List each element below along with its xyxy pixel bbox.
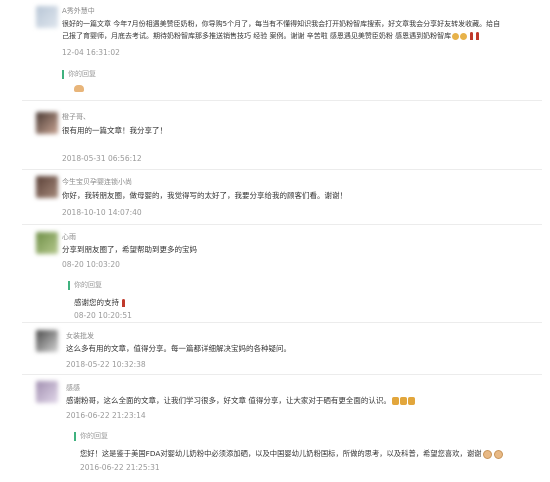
reply-text-content: 您好！这是鉴于美国FDA对婴幼儿奶粉中必须添加硒，以及中国婴幼儿奶粉国标，所做的… <box>80 449 482 458</box>
comment-text: 很有用的一篇文章！我分享了！ <box>62 126 167 135</box>
avatar[interactable] <box>36 112 58 134</box>
rose-icon <box>476 32 480 40</box>
comment-text: 己报了育婴师，月底去考试。期待奶粉智库那多推送销售技巧 经验 案例。谢谢 辛苦啦… <box>62 30 480 42</box>
comment-text: 你好，我转朋友圈，做母婴的，我觉得写的太好了，我要分享给我的顾客们看。谢谢！ <box>62 191 347 200</box>
comment-author[interactable]: 心雨 <box>62 232 76 242</box>
comment-list: A秀外慧中 很好的一篇文章 今年7月份相遇美赞臣奶粉，你导购5个月了，每当有不懂… <box>0 0 550 482</box>
comment-time: 2018-05-31 06:56:12 <box>62 154 142 163</box>
thumbs-up-icon <box>391 397 399 405</box>
smile-emoji-icon <box>460 32 468 40</box>
avatar[interactable] <box>36 381 58 403</box>
reply-text: 感谢您的支持 <box>74 297 125 308</box>
comment-time: 2018-10-10 14:07:40 <box>62 208 142 217</box>
avatar[interactable] <box>36 232 58 254</box>
reply-text-content: 感谢您的支持 <box>74 298 119 307</box>
comment-time: 08-20 10:03:20 <box>62 260 120 269</box>
divider <box>22 224 542 225</box>
reply-time: 08-20 10:20:51 <box>74 311 132 320</box>
clap-icon <box>74 85 84 92</box>
avatar[interactable] <box>36 330 58 352</box>
pie-icon <box>483 449 493 459</box>
reply-label: 你的回复 <box>62 70 96 79</box>
comment-text: 感谢粉哥，这么全面的文章，让我们学习很多，好文章 值得分享，让大家对于硒有更全面… <box>66 395 415 407</box>
reply-text: 您好！这是鉴于美国FDA对婴幼儿奶粉中必须添加硒，以及中国婴幼儿奶粉国标，所做的… <box>80 449 504 459</box>
reply-time: 2016-06-22 21:25:31 <box>80 463 160 472</box>
divider <box>22 100 542 101</box>
comment-time: 12-04 16:31:02 <box>62 48 120 57</box>
avatar[interactable] <box>36 176 58 198</box>
comment-text: 分享到朋友圈了，希望帮助到更多的宝妈 <box>62 245 197 254</box>
thumbs-up-icon <box>399 397 407 405</box>
comment-author[interactable]: 橙子哥、 <box>62 112 90 122</box>
comment-author[interactable]: 感感 <box>66 383 80 393</box>
divider <box>22 169 542 170</box>
thumbs-up-icon <box>407 397 415 405</box>
pie-icon <box>494 449 504 459</box>
divider <box>22 322 542 323</box>
avatar[interactable] <box>36 6 58 28</box>
comment-time: 2016-06-22 21:23:14 <box>66 411 146 420</box>
comment-author[interactable]: A秀外慧中 <box>62 6 95 16</box>
smile-emoji-icon <box>452 32 460 40</box>
comment-text: 这么多有用的文章，值得分享。每一篇都详细解决宝妈的各种疑问。 <box>66 344 291 353</box>
divider <box>22 374 542 375</box>
comment-text-line: 感谢粉哥，这么全面的文章，让我们学习很多，好文章 值得分享，让大家对于硒有更全面… <box>66 396 391 405</box>
comment-author[interactable]: 女装批发 <box>66 331 94 341</box>
rose-icon <box>470 32 474 40</box>
comment-time: 2018-05-22 10:32:38 <box>66 360 146 369</box>
comment-text-line: 己报了育婴师，月底去考试。期待奶粉智库那多推送销售技巧 经验 案例。谢谢 辛苦啦… <box>62 32 452 40</box>
comment-text: 很好的一篇文章 今年7月份相遇美赞臣奶粉，你导购5个月了，每当有不懂得知识我会打… <box>62 20 501 28</box>
rose-icon <box>122 299 125 307</box>
comment-author[interactable]: 今生宝贝孕婴连锁小尚 <box>62 177 132 187</box>
reply-label: 你的回复 <box>68 281 102 290</box>
reply-label: 你的回复 <box>74 432 108 441</box>
